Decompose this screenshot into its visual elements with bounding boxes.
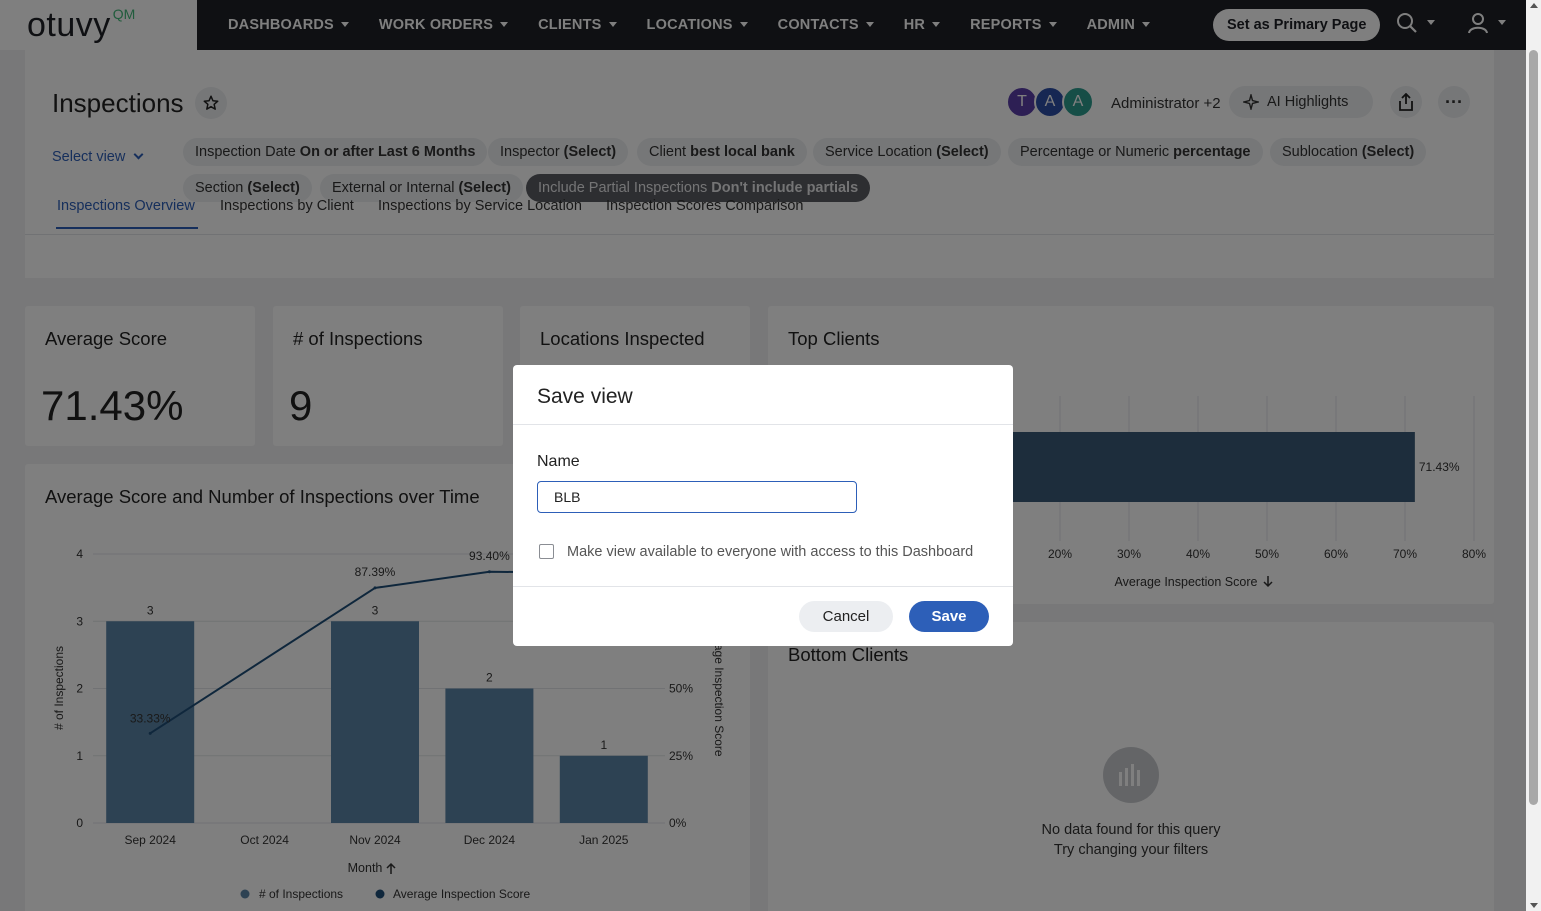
scroll-down-icon[interactable] (1530, 903, 1538, 908)
cancel-button[interactable]: Cancel (799, 601, 893, 632)
scroll-up-icon[interactable] (1530, 3, 1538, 8)
save-view-dialog: Save view Name Make view available to ev… (513, 365, 1013, 646)
dialog-title: Save view (537, 385, 633, 408)
save-button[interactable]: Save (909, 601, 989, 632)
page-scrollbar[interactable] (1526, 0, 1541, 911)
scrollbar-thumb[interactable] (1529, 50, 1538, 805)
view-name-input[interactable] (537, 481, 857, 513)
name-label: Name (537, 453, 580, 470)
share-view-checkbox[interactable] (539, 544, 554, 559)
dialog-header-divider (513, 424, 1013, 425)
dialog-footer-divider (513, 586, 1013, 587)
share-view-label[interactable]: Make view available to everyone with acc… (567, 544, 973, 560)
